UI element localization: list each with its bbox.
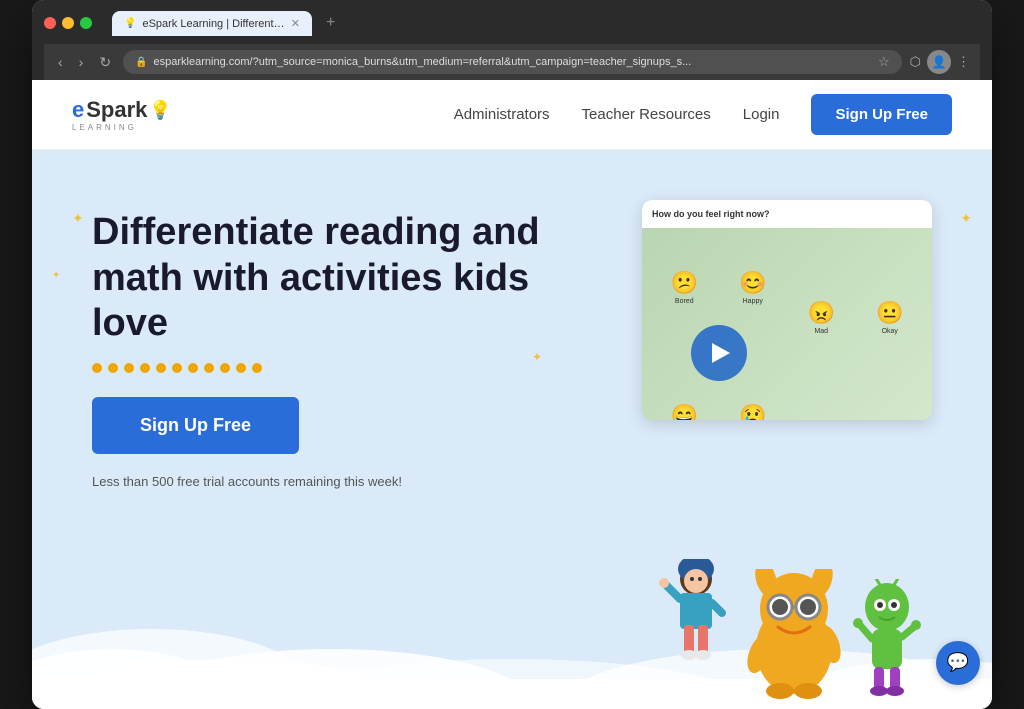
browser-toolbar: ‹ › ↻ 🔒 esparklearning.com/?utm_source=m… bbox=[44, 44, 980, 80]
video-thumbnail[interactable]: How do you feel right now? 😕 Bored 😊 Hap… bbox=[642, 200, 932, 420]
address-bar[interactable]: 🔒 esparklearning.com/?utm_source=monica_… bbox=[123, 50, 902, 74]
girl-character bbox=[656, 559, 736, 699]
bookmark-icon[interactable]: ☆ bbox=[878, 54, 890, 70]
sparkle-icon-1: ✦ bbox=[72, 210, 84, 227]
url-text: esparklearning.com/?utm_source=monica_bu… bbox=[154, 56, 872, 68]
tab-bar: 💡 eSpark Learning | Differentiate... ✕ + bbox=[112, 10, 343, 36]
sparkle-icon-3: ✦ bbox=[532, 350, 542, 364]
emoji-play-center[interactable] bbox=[654, 268, 783, 420]
dot-9 bbox=[220, 363, 230, 373]
video-title-bar: How do you feel right now? bbox=[642, 200, 932, 228]
website-content: eSpark💡 LEARNING Administrators Teacher … bbox=[32, 80, 992, 709]
close-button[interactable] bbox=[44, 17, 56, 29]
user-avatar[interactable]: 👤 bbox=[927, 50, 951, 74]
back-button[interactable]: ‹ bbox=[54, 52, 67, 72]
play-triangle-icon bbox=[712, 343, 730, 363]
dot-3 bbox=[124, 363, 134, 373]
browser-chrome: 💡 eSpark Learning | Differentiate... ✕ +… bbox=[32, 0, 992, 80]
dot-6 bbox=[172, 363, 182, 373]
hero-signup-button[interactable]: Sign Up Free bbox=[92, 397, 299, 454]
tab-close-icon[interactable]: ✕ bbox=[291, 17, 300, 30]
hero-content: Differentiate reading and math with acti… bbox=[92, 200, 552, 489]
video-inner: How do you feel right now? 😕 Bored 😊 Hap… bbox=[642, 200, 932, 420]
nav-links: Administrators Teacher Resources Login S… bbox=[454, 94, 952, 135]
nav-signup-button[interactable]: Sign Up Free bbox=[811, 94, 952, 135]
video-play-button[interactable] bbox=[691, 325, 747, 381]
lock-icon: 🔒 bbox=[135, 57, 147, 68]
dot-10 bbox=[236, 363, 246, 373]
bottom-section: 💬 bbox=[32, 509, 992, 709]
reload-button[interactable]: ↻ bbox=[95, 52, 115, 73]
browser-titlebar: 💡 eSpark Learning | Differentiate... ✕ + bbox=[44, 10, 980, 36]
site-nav: eSpark💡 LEARNING Administrators Teacher … bbox=[32, 80, 992, 150]
logo-e: e bbox=[72, 97, 84, 123]
dots-decoration bbox=[92, 363, 552, 373]
chat-button[interactable]: 💬 bbox=[936, 641, 980, 685]
okay-icon: 😐 bbox=[876, 300, 903, 326]
video-title-text: How do you feel right now? bbox=[652, 209, 770, 219]
nav-login[interactable]: Login bbox=[743, 106, 780, 123]
minimize-button[interactable] bbox=[62, 17, 74, 29]
monster-character bbox=[744, 569, 844, 699]
tab-favicon-icon: 💡 bbox=[124, 18, 136, 29]
mad-icon: 😠 bbox=[808, 300, 835, 326]
fullscreen-button[interactable] bbox=[80, 17, 92, 29]
logo-sub: LEARNING bbox=[72, 123, 172, 132]
alien-character bbox=[852, 579, 922, 699]
logo-spark: Spark bbox=[86, 97, 147, 123]
menu-icon[interactable]: ⋮ bbox=[957, 54, 970, 70]
extensions-icon[interactable]: ⬡ bbox=[910, 54, 921, 70]
okay-label: Okay bbox=[882, 328, 898, 335]
nav-administrators[interactable]: Administrators bbox=[454, 106, 550, 123]
browser-window: 💡 eSpark Learning | Differentiate... ✕ +… bbox=[32, 0, 992, 709]
profile-icon[interactable]: 👤 bbox=[927, 50, 951, 74]
dot-7 bbox=[188, 363, 198, 373]
urgency-text: Less than 500 free trial accounts remain… bbox=[92, 474, 552, 489]
sparkle-icon-2: ✦ bbox=[52, 270, 60, 281]
forward-button[interactable]: › bbox=[75, 52, 88, 72]
dot-8 bbox=[204, 363, 214, 373]
characters-group bbox=[656, 559, 922, 699]
nav-teacher-resources[interactable]: Teacher Resources bbox=[582, 106, 711, 123]
traffic-lights bbox=[44, 17, 92, 29]
dot-5 bbox=[156, 363, 166, 373]
hero-title: Differentiate reading and math with acti… bbox=[92, 210, 552, 347]
dot-1 bbox=[92, 363, 102, 373]
toolbar-icons: ⬡ 👤 ⋮ bbox=[910, 50, 970, 74]
hero-section: ✦ ✦ ✦ ✦ Differentiate reading and math w… bbox=[32, 150, 992, 489]
active-tab[interactable]: 💡 eSpark Learning | Differentiate... ✕ bbox=[112, 11, 312, 36]
tab-title: eSpark Learning | Differentiate... bbox=[142, 18, 284, 30]
emoji-grid: 😕 Bored 😊 Happy � bbox=[642, 232, 932, 420]
dot-11 bbox=[252, 363, 262, 373]
dot-4 bbox=[140, 363, 150, 373]
emoji-okay: 😐 Okay bbox=[860, 300, 921, 335]
logo: eSpark💡 LEARNING bbox=[72, 97, 172, 132]
dot-2 bbox=[108, 363, 118, 373]
emoji-mad: 😠 Mad bbox=[791, 300, 852, 335]
new-tab-button[interactable]: + bbox=[318, 10, 343, 36]
logo-bulb-icon: 💡 bbox=[149, 100, 171, 121]
mad-label: Mad bbox=[814, 328, 828, 335]
chat-icon: 💬 bbox=[947, 652, 969, 673]
sparkle-icon-4: ✦ bbox=[960, 210, 972, 227]
